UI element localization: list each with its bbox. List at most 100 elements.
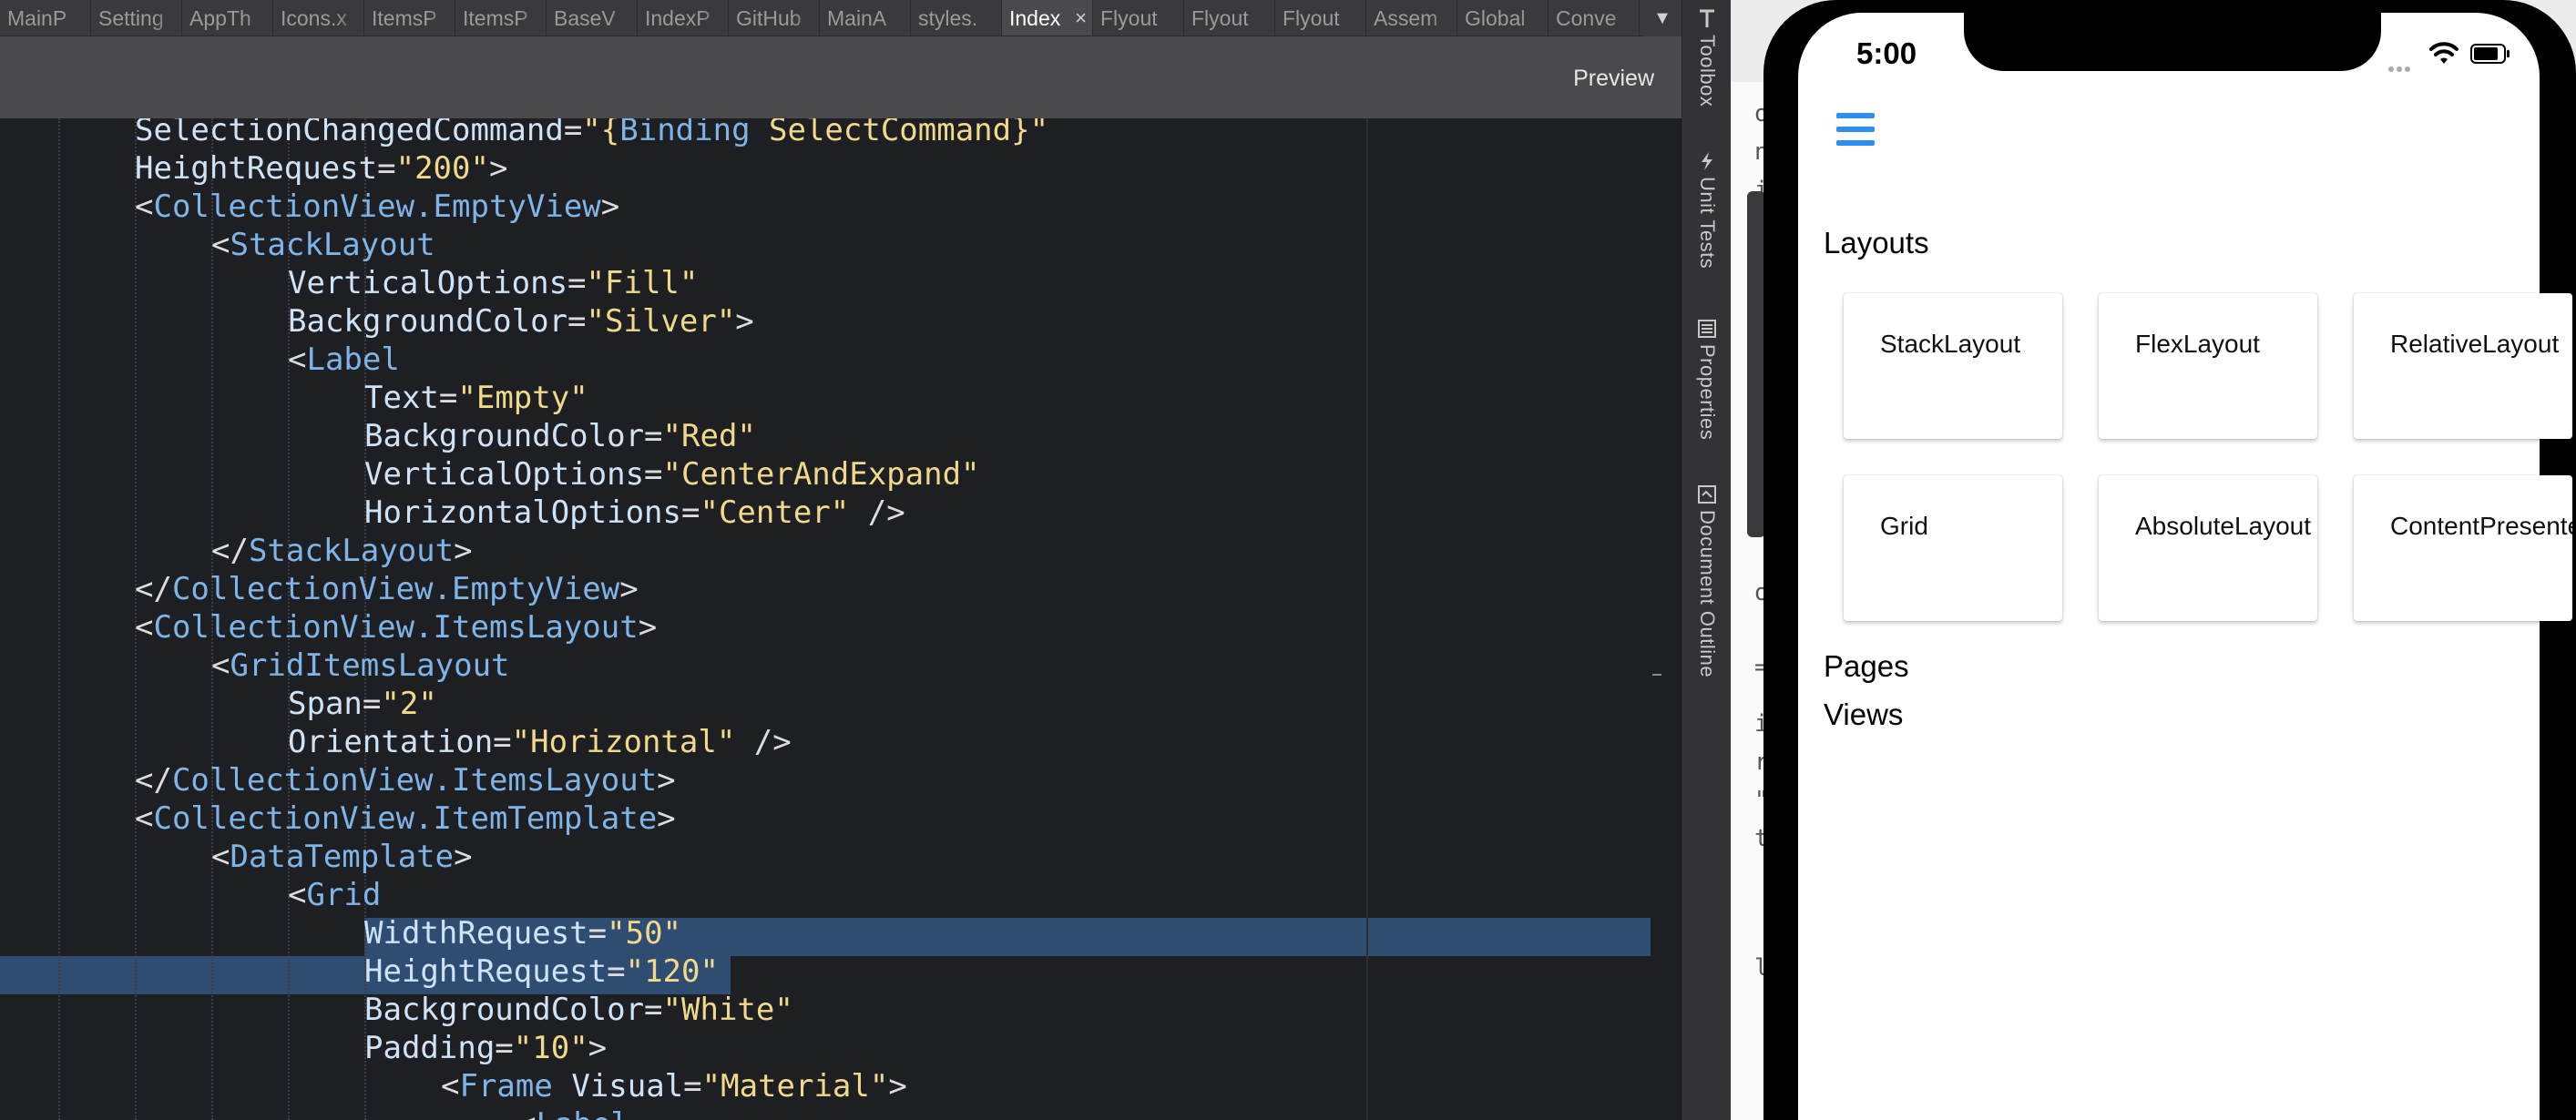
tab-label: Index (1009, 6, 1061, 30)
card-contentpresenter[interactable]: ContentPresenter (2354, 475, 2572, 621)
pad-unit-tests[interactable]: Unit Tests (1682, 149, 1732, 269)
document-tab[interactable]: ItemsP (455, 0, 547, 36)
tab-label: BaseV (554, 6, 616, 30)
status-time: 5:00 (1856, 36, 1917, 70)
tab-overflow-chevron-down-icon[interactable]: ▼ (1643, 0, 1682, 36)
code-line: <Label (288, 341, 400, 378)
card-label: ContentPresenter (2390, 512, 2572, 540)
card-label: AbsoluteLayout (2135, 512, 2312, 540)
card-label: StackLayout (1880, 330, 2021, 358)
card-absolutelayout[interactable]: AbsoluteLayout (2099, 475, 2317, 621)
code-line: <StackLayout (211, 227, 435, 263)
tab-label: Flyout (1191, 6, 1249, 30)
pad-document-outline[interactable]: Document Outline (1682, 483, 1732, 677)
code-line: BackgroundColor="Silver"> (288, 303, 754, 340)
code-editor[interactable]: SelectionChangedCommand="{Binding Select… (0, 118, 1651, 1120)
editor-toolbar: Preview (0, 36, 1682, 118)
document-tab[interactable]: AppTh (182, 0, 273, 36)
code-line: <Frame Visual="Material"> (441, 1068, 907, 1105)
document-tab[interactable]: Index × (1002, 0, 1093, 36)
code-line: </StackLayout> (211, 533, 473, 569)
document-tab[interactable]: IndexP (638, 0, 729, 36)
document-tab[interactable]: BaseV (547, 0, 638, 36)
code-line: <CollectionView.ItemsLayout> (135, 609, 658, 646)
pad-label: Toolbox (1696, 35, 1719, 107)
document-tab[interactable]: GitHub (729, 0, 820, 36)
phone-notch (1964, 13, 2381, 71)
document-tab[interactable]: Global (1457, 0, 1549, 36)
pad-label: Document Outline (1696, 510, 1719, 678)
document-tab[interactable]: Conve (1549, 0, 1640, 36)
code-line: HeightRequest="200"> (135, 150, 508, 187)
code-line: <CollectionView.EmptyView> (135, 188, 620, 225)
tab-label: MainA (827, 6, 887, 30)
section-title-views[interactable]: Views (1824, 697, 1903, 732)
background-panel-edge (1747, 191, 1765, 537)
properties-icon (1695, 317, 1719, 341)
card-label: Grid (1880, 512, 1928, 540)
tab-label: MainP (7, 6, 67, 30)
side-pad-strip: Toolbox Unit Tests Properties Document O… (1682, 0, 1731, 1120)
card-label: RelativeLayout (2390, 330, 2560, 358)
code-line: Padding="10"> (364, 1030, 608, 1066)
section-title-pages[interactable]: Pages (1824, 649, 1909, 684)
code-line: </CollectionView.EmptyView> (135, 571, 639, 607)
document-tab[interactable]: Setting (91, 0, 182, 36)
card-grid[interactable]: Grid (1844, 475, 2062, 621)
lightning-icon (1695, 149, 1719, 173)
wifi-icon (2429, 42, 2458, 64)
document-tab[interactable]: Flyout (1275, 0, 1366, 36)
tab-label: Conve (1556, 6, 1617, 30)
code-line: HeightRequest="120" (364, 953, 719, 990)
document-outline-icon (1695, 483, 1719, 506)
code-line: <Label (517, 1105, 629, 1120)
document-tab[interactable]: MainP (0, 0, 91, 36)
battery-icon (2470, 44, 2510, 64)
code-line: HorizontalOptions="Center" /> (364, 494, 905, 531)
tab-label: styles. (918, 6, 978, 30)
tab-close-icon[interactable]: × (1075, 0, 1087, 36)
card-label: FlexLayout (2135, 330, 2260, 358)
card-stacklayout[interactable]: StackLayout (1844, 293, 2062, 439)
pad-label: Properties (1696, 344, 1719, 441)
hamburger-menu-icon[interactable] (1836, 113, 1875, 148)
code-line: </CollectionView.ItemsLayout> (135, 762, 676, 799)
document-tab-bar: MainP Setting AppTh Icons.x ItemsP ItemsP Base… (0, 0, 1682, 36)
pad-toolbox[interactable]: Toolbox (1682, 7, 1732, 107)
code-line: Text="Empty" (364, 380, 588, 416)
section-title-layouts[interactable]: Layouts (1824, 226, 1929, 260)
code-line: <CollectionView.ItemTemplate> (135, 800, 676, 837)
card-flexlayout[interactable]: FlexLayout (2099, 293, 2317, 439)
code-line: Span="2" (288, 686, 437, 722)
document-tab[interactable]: Icons.x (273, 0, 364, 36)
toolbox-icon (1695, 7, 1719, 31)
code-line: VerticalOptions="Fill" (288, 265, 699, 301)
tab-label: Flyout (1283, 6, 1340, 30)
code-line: Orientation="Horizontal" /> (288, 724, 792, 760)
tab-label: Global (1465, 6, 1526, 30)
pad-properties[interactable]: Properties (1682, 317, 1732, 440)
preview-button[interactable]: Preview (1573, 66, 1654, 92)
code-line: <GridItemsLayout (211, 647, 510, 684)
document-tab[interactable]: Flyout (1184, 0, 1275, 36)
column-ruler (1366, 118, 1368, 1120)
code-line: <Grid (288, 877, 382, 913)
document-tab[interactable]: MainA (820, 0, 911, 36)
tab-label: AppTh (189, 6, 251, 30)
document-tab[interactable]: styles. (911, 0, 1002, 36)
code-line: VerticalOptions="CenterAndExpand" (364, 456, 980, 493)
pad-label: Unit Tests (1696, 177, 1719, 270)
document-tab[interactable]: Flyout (1093, 0, 1184, 36)
code-line: <DataTemplate> (211, 839, 473, 875)
code-line: BackgroundColor="White" (364, 992, 793, 1028)
code-line: BackgroundColor="Red" (364, 418, 756, 454)
tab-label: Flyout (1100, 6, 1158, 30)
tab-label: Assem (1374, 6, 1438, 30)
cellular-signal-icon (2388, 60, 2419, 72)
card-relativelayout[interactable]: RelativeLayout (2354, 293, 2572, 439)
document-tab[interactable]: ItemsP (364, 0, 455, 36)
code-line: SelectionChangedCommand="{Binding Select… (135, 118, 1049, 148)
document-tab[interactable]: Assem (1366, 0, 1457, 36)
code-line: WidthRequest="50" (364, 915, 682, 952)
scroll-marker (1652, 674, 1661, 676)
